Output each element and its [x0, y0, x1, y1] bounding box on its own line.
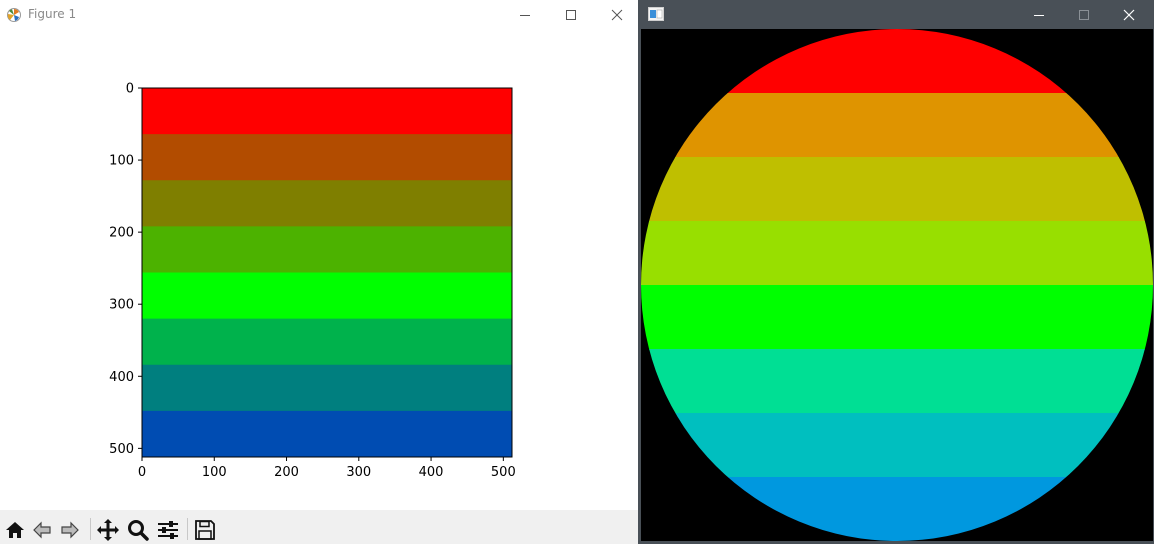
circle-band-4: [641, 285, 1153, 350]
save-button[interactable]: [193, 518, 217, 542]
maximize-button[interactable]: [548, 0, 594, 30]
close-icon: [611, 9, 623, 21]
x-tick-label: 0: [138, 465, 146, 480]
configure-subplots-icon: [158, 521, 178, 539]
circle-band-5: [641, 349, 1153, 414]
save-icon: [195, 520, 215, 540]
forward-icon: [61, 521, 79, 539]
circle-band-2: [641, 157, 1153, 222]
minimize-icon: [1034, 14, 1044, 16]
pan-icon: [97, 519, 119, 541]
heatmap-band-5: [142, 318, 512, 366]
close-button[interactable]: [1106, 0, 1152, 29]
toolbar-separator: [187, 518, 188, 540]
heatmap-band-7: [142, 410, 512, 458]
heatmap-band-4: [142, 272, 512, 320]
image-window-titlebar[interactable]: [638, 0, 1154, 29]
matplotlib-logo-icon: [7, 8, 21, 22]
zoom-icon: [128, 520, 149, 541]
heatmap-band-0: [142, 88, 512, 135]
y-tick-label: 100: [109, 154, 134, 169]
heatmap-band-6: [142, 364, 512, 412]
back-icon: [33, 521, 51, 539]
y-tick-label: 0: [126, 82, 134, 97]
maximize-button[interactable]: [1061, 0, 1107, 29]
figure-titlebar[interactable]: Figure 1: [0, 0, 638, 30]
x-tick-label: 400: [419, 465, 444, 480]
window-title: Figure 1: [28, 7, 77, 21]
configure-subplots-button[interactable]: [156, 518, 180, 542]
x-tick-label: 500: [491, 465, 516, 480]
maximize-icon: [1079, 9, 1089, 20]
window-app-icon: [648, 7, 664, 21]
minimize-icon: [520, 15, 530, 16]
heatmap-image: [142, 88, 512, 458]
image-canvas[interactable]: [641, 29, 1153, 541]
image-window: [638, 0, 1154, 544]
zoom-button[interactable]: [126, 518, 150, 542]
x-axis: 0 100 200 300 400 500: [138, 457, 516, 480]
navigation-toolbar: [0, 510, 638, 544]
y-axis: 0 100 200 300 400 500: [109, 82, 142, 457]
close-icon: [1123, 9, 1135, 20]
forward-button[interactable]: [58, 518, 82, 542]
close-button[interactable]: [594, 0, 638, 30]
figure-canvas[interactable]: 0 100 200 300 400 500 0 100 200 300 400 500: [0, 30, 638, 510]
toolbar-separator: [90, 518, 91, 540]
heatmap-band-1: [142, 134, 512, 181]
striped-circle: [641, 29, 1153, 541]
minimize-button[interactable]: [1016, 0, 1062, 29]
x-tick-label: 300: [346, 465, 371, 480]
x-tick-label: 200: [274, 465, 299, 480]
circle-band-1: [641, 93, 1153, 158]
y-tick-label: 300: [109, 298, 134, 313]
y-tick-label: 400: [109, 370, 134, 385]
y-tick-label: 200: [109, 226, 134, 241]
circle-band-3: [641, 221, 1153, 286]
heatmap-band-3: [142, 226, 512, 273]
back-button[interactable]: [30, 518, 54, 542]
x-tick-label: 100: [202, 465, 227, 480]
pan-button[interactable]: [96, 518, 120, 542]
y-tick-label: 500: [109, 442, 134, 457]
maximize-icon: [566, 10, 576, 20]
heatmap-band-2: [142, 180, 512, 227]
figure-window: Figure 1 0 100 200 300 400 500 0 100 200 300 400 5…: [0, 0, 638, 544]
minimize-button[interactable]: [502, 0, 548, 30]
home-button[interactable]: [3, 518, 27, 542]
home-icon: [6, 522, 24, 538]
